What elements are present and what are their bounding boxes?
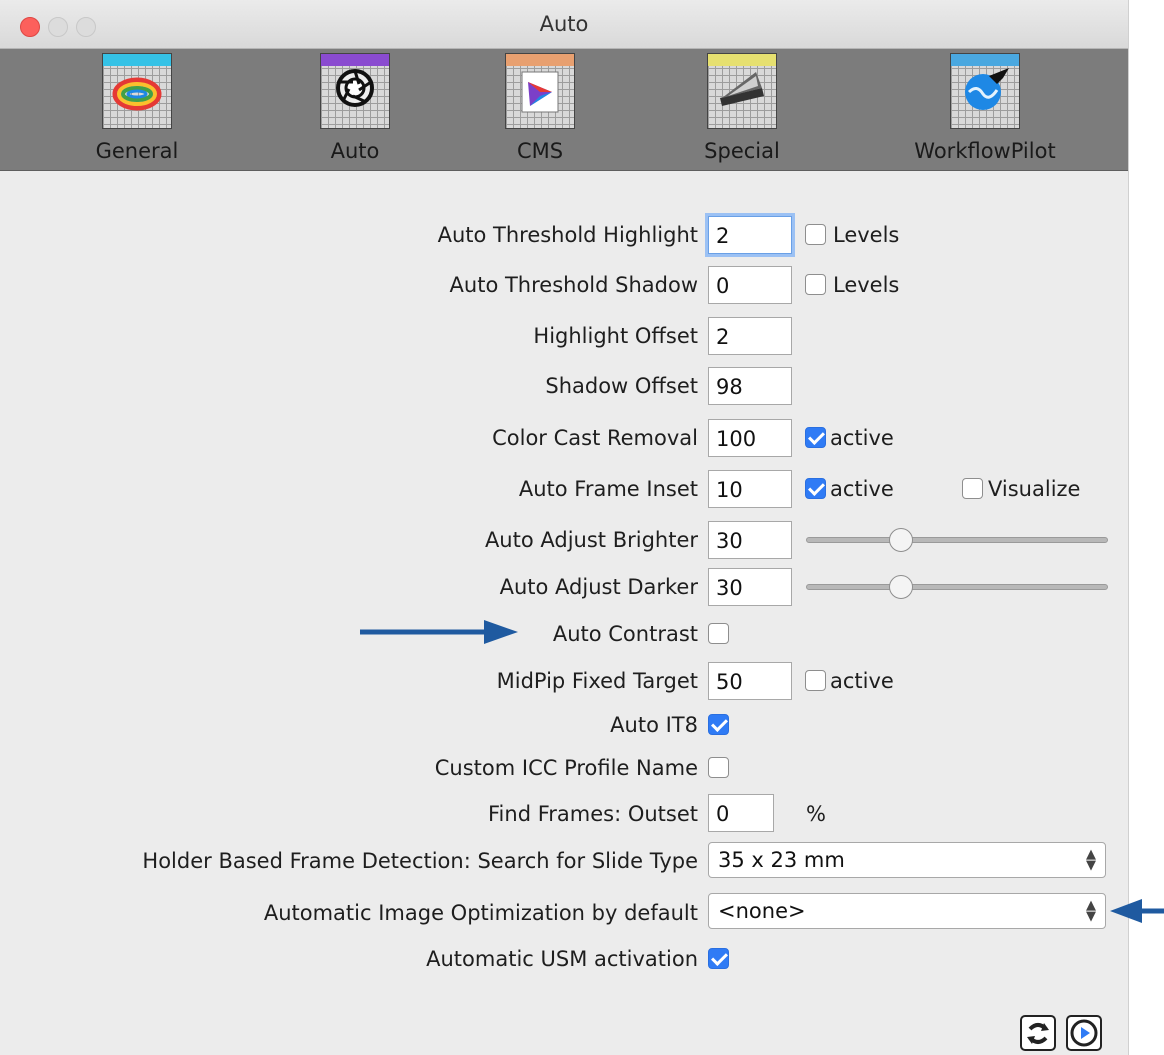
auto-preferences-panel: Auto Threshold Highlight 2 Levels Auto T… bbox=[0, 171, 1128, 1055]
auto-contrast-checkbox[interactable] bbox=[708, 623, 729, 644]
preferences-window: Auto General Auto CMS Special WorkflowPi… bbox=[0, 0, 1129, 1055]
levels-label: Levels bbox=[833, 273, 900, 297]
tab-special[interactable]: Special bbox=[657, 49, 827, 170]
tab-auto-label: Auto bbox=[330, 139, 380, 163]
active-label: active bbox=[830, 426, 894, 450]
play-button[interactable] bbox=[1066, 1015, 1102, 1051]
custom-icc-profile-name-checkbox[interactable] bbox=[708, 757, 729, 778]
shadow-offset-input[interactable]: 98 bbox=[708, 367, 792, 405]
color-cast-removal-input[interactable]: 100 bbox=[708, 419, 792, 457]
title-bar[interactable]: Auto bbox=[0, 0, 1128, 49]
auto-adjust-darker-label: Auto Adjust Darker bbox=[499, 575, 698, 599]
image-optimization-selected-value: <none> bbox=[718, 899, 806, 923]
midpip-fixed-target-label: MidPip Fixed Target bbox=[496, 669, 698, 693]
active-label: active bbox=[830, 669, 894, 693]
auto-frame-inset-input[interactable]: 10 bbox=[708, 470, 792, 508]
scanner-icon bbox=[707, 53, 777, 129]
reset-button[interactable] bbox=[1020, 1015, 1056, 1051]
slider-track bbox=[806, 584, 1108, 590]
visualize-label: Visualize bbox=[988, 477, 1081, 501]
auto-threshold-highlight-levels-checkbox[interactable] bbox=[805, 224, 826, 245]
auto-threshold-highlight-input[interactable]: 2 bbox=[708, 216, 792, 254]
auto-it8-checkbox[interactable] bbox=[708, 714, 729, 735]
auto-adjust-brighter-label: Auto Adjust Brighter bbox=[484, 528, 698, 552]
levels-label: Levels bbox=[833, 223, 900, 247]
tab-special-label: Special bbox=[704, 139, 780, 163]
auto-adjust-darker-slider[interactable] bbox=[806, 575, 1108, 599]
tab-cms[interactable]: CMS bbox=[455, 49, 625, 170]
color-cast-removal-label: Color Cast Removal bbox=[492, 426, 698, 450]
tab-auto[interactable]: Auto bbox=[270, 49, 440, 170]
chevron-updown-icon: ▲ ▼ bbox=[1086, 847, 1096, 873]
color-cast-removal-active-checkbox[interactable] bbox=[805, 427, 826, 448]
active-label: active bbox=[830, 477, 894, 501]
globe-plane-icon bbox=[950, 53, 1020, 129]
automatic-image-optimization-label: Automatic Image Optimization by default bbox=[263, 901, 698, 925]
auto-adjust-brighter-slider[interactable] bbox=[806, 528, 1108, 552]
auto-adjust-brighter-input[interactable]: 30 bbox=[708, 521, 792, 559]
auto-frame-inset-label: Auto Frame Inset bbox=[518, 477, 698, 501]
slide-type-selected-value: 35 x 23 mm bbox=[718, 848, 845, 872]
tab-cms-label: CMS bbox=[516, 139, 564, 163]
slider-knob[interactable] bbox=[889, 528, 913, 552]
auto-threshold-highlight-label: Auto Threshold Highlight bbox=[437, 223, 698, 247]
slide-type-select[interactable]: 35 x 23 mm ▲ ▼ bbox=[708, 842, 1106, 878]
automatic-usm-activation-label: Automatic USM activation bbox=[426, 947, 698, 971]
auto-threshold-shadow-levels-checkbox[interactable] bbox=[805, 274, 826, 295]
midpip-fixed-target-input[interactable]: 50 bbox=[708, 662, 792, 700]
aperture-icon bbox=[320, 53, 390, 129]
auto-contrast-label: Auto Contrast bbox=[552, 622, 698, 646]
tab-general[interactable]: General bbox=[52, 49, 222, 170]
auto-threshold-shadow-input[interactable]: 0 bbox=[708, 266, 792, 304]
color-gamut-icon bbox=[505, 53, 575, 129]
find-frames-outset-label: Find Frames: Outset bbox=[488, 802, 698, 826]
tab-workflowpilot[interactable]: WorkflowPilot bbox=[900, 49, 1070, 170]
chevron-updown-icon: ▲ ▼ bbox=[1086, 898, 1096, 924]
auto-threshold-shadow-label: Auto Threshold Shadow bbox=[449, 273, 698, 297]
tab-general-label: General bbox=[95, 139, 179, 163]
annotation-arrow-right-icon bbox=[360, 620, 518, 644]
color-ring-icon bbox=[102, 53, 172, 129]
automatic-usm-activation-checkbox[interactable] bbox=[708, 948, 729, 969]
custom-icc-profile-name-label: Custom ICC Profile Name bbox=[434, 756, 698, 780]
highlight-offset-label: Highlight Offset bbox=[533, 324, 698, 348]
percent-unit-label: % bbox=[806, 802, 826, 826]
find-frames-outset-input[interactable]: 0 bbox=[708, 794, 774, 832]
midpip-fixed-target-active-checkbox[interactable] bbox=[805, 670, 826, 691]
preferences-toolbar: General Auto CMS Special WorkflowPilot bbox=[0, 49, 1128, 171]
shadow-offset-label: Shadow Offset bbox=[545, 374, 698, 398]
refresh-icon bbox=[1027, 1023, 1049, 1044]
slider-knob[interactable] bbox=[889, 575, 913, 599]
auto-it8-label: Auto IT8 bbox=[610, 713, 698, 737]
image-optimization-select[interactable]: <none> ▲ ▼ bbox=[708, 893, 1106, 929]
visualize-checkbox[interactable] bbox=[962, 478, 983, 499]
annotation-arrow-left-icon bbox=[1110, 899, 1164, 923]
tab-workflowpilot-label: WorkflowPilot bbox=[914, 139, 1056, 163]
highlight-offset-input[interactable]: 2 bbox=[708, 317, 792, 355]
auto-frame-inset-active-checkbox[interactable] bbox=[805, 478, 826, 499]
auto-adjust-darker-input[interactable]: 30 bbox=[708, 568, 792, 606]
slider-track bbox=[806, 537, 1108, 543]
holder-based-frame-detection-label: Holder Based Frame Detection: Search for… bbox=[142, 849, 698, 873]
window-title: Auto bbox=[539, 12, 589, 36]
play-circle-icon bbox=[1070, 1019, 1098, 1047]
